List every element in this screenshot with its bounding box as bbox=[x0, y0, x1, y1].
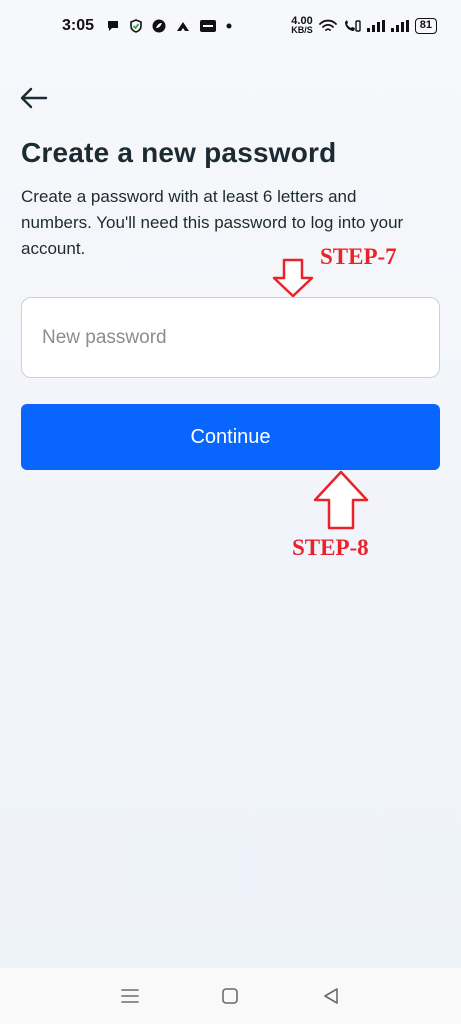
leaf-app-icon bbox=[152, 19, 166, 33]
notification-icons bbox=[106, 19, 232, 33]
status-time: 3:05 bbox=[62, 17, 95, 34]
up-arrow-annotation-icon bbox=[313, 470, 369, 530]
system-status: 4.00 KB/S 81 bbox=[291, 16, 437, 35]
status-bar: 3:05 4.00 KB/S 81 bbox=[0, 0, 461, 52]
page-title: Create a new password bbox=[21, 137, 337, 168]
back-triangle-icon[interactable] bbox=[311, 976, 351, 1016]
back-arrow-icon[interactable] bbox=[18, 84, 50, 112]
chat-icon bbox=[108, 21, 119, 31]
signal-strength-1 bbox=[366, 20, 385, 32]
net-speed-unit: KB/S bbox=[291, 25, 313, 35]
network-speed: 4.00 KB/S bbox=[291, 16, 313, 35]
down-arrow-annotation-icon bbox=[272, 258, 314, 298]
new-password-input[interactable] bbox=[21, 297, 440, 378]
wifi-icon bbox=[318, 19, 337, 31]
continue-button[interactable]: Continue bbox=[21, 404, 440, 470]
home-icon[interactable] bbox=[210, 976, 250, 1016]
step-7-annotation: STEP-7 bbox=[320, 244, 397, 269]
paytm-app-icon bbox=[200, 20, 217, 32]
call-volte-icon bbox=[344, 20, 361, 32]
system-navigation-bar bbox=[0, 968, 461, 1024]
battery-indicator: 81 bbox=[414, 18, 437, 34]
mountain-app-icon bbox=[177, 22, 190, 31]
dot-icon bbox=[226, 23, 232, 29]
step-8-annotation: STEP-8 bbox=[292, 535, 369, 560]
signal-strength-2 bbox=[390, 20, 409, 32]
menu-icon[interactable] bbox=[110, 976, 150, 1016]
shield-check-icon bbox=[130, 19, 142, 33]
